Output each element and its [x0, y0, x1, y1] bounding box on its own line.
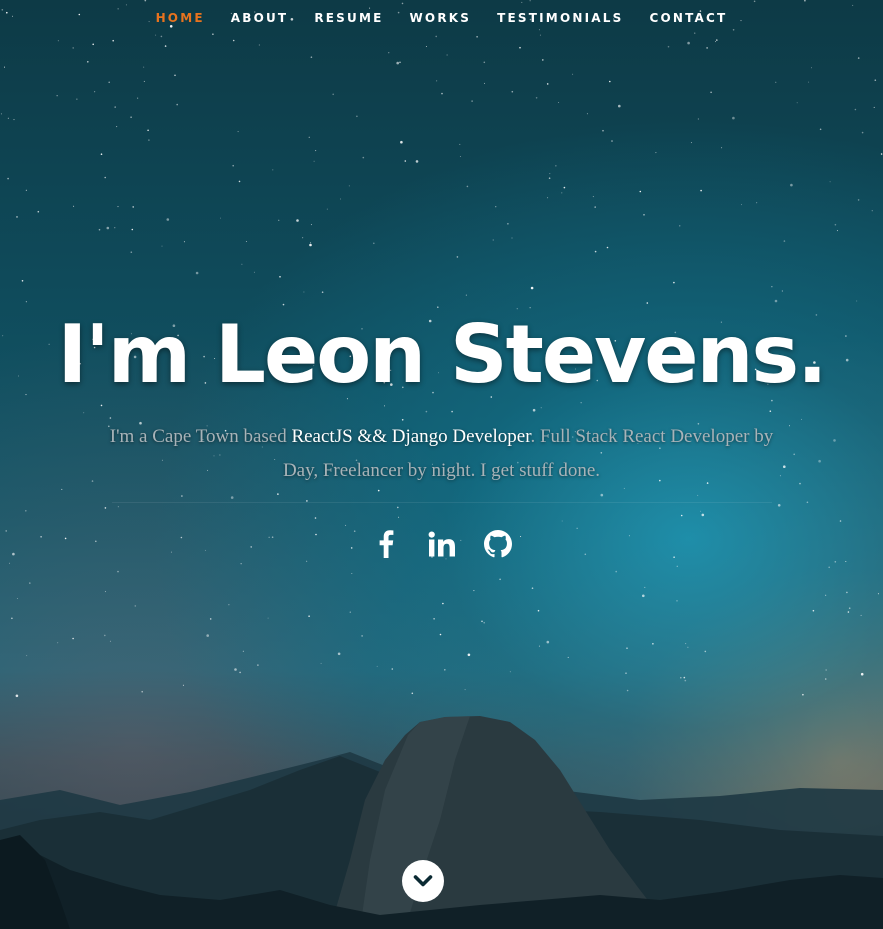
nav-item-resume[interactable]: RESUME [301, 0, 396, 36]
github-link[interactable] [481, 527, 515, 561]
banner: I'm Leon Stevens. I'm a Cape Town based … [0, 300, 883, 561]
intro-text: I'm a Cape Town based ReactJS && Django … [92, 420, 792, 488]
linkedin-link[interactable] [425, 527, 459, 561]
divider [111, 502, 772, 503]
facebook-link[interactable] [369, 527, 403, 561]
scroll-down-button[interactable] [402, 860, 444, 902]
nav-item-contact[interactable]: CONTACT [636, 0, 740, 36]
page-title: I'm Leon Stevens. [57, 308, 828, 401]
linkedin-icon [428, 531, 455, 557]
github-icon [483, 530, 512, 558]
nav-item-works[interactable]: WORKS [397, 0, 485, 36]
nav-item-home[interactable]: HOME [143, 0, 218, 36]
nav-item-testimonials[interactable]: TESTIMONIALS [484, 0, 636, 36]
nav-item-about[interactable]: ABOUT [218, 0, 302, 36]
intro-prefix: I'm a Cape Town based [109, 426, 292, 447]
facebook-icon [379, 530, 393, 558]
social-links [0, 527, 883, 561]
chevron-down-icon [413, 875, 433, 887]
main-nav: HOME ABOUT RESUME WORKS TESTIMONIALS CON… [0, 0, 883, 36]
intro-highlight: ReactJS && Django Developer [291, 426, 531, 447]
